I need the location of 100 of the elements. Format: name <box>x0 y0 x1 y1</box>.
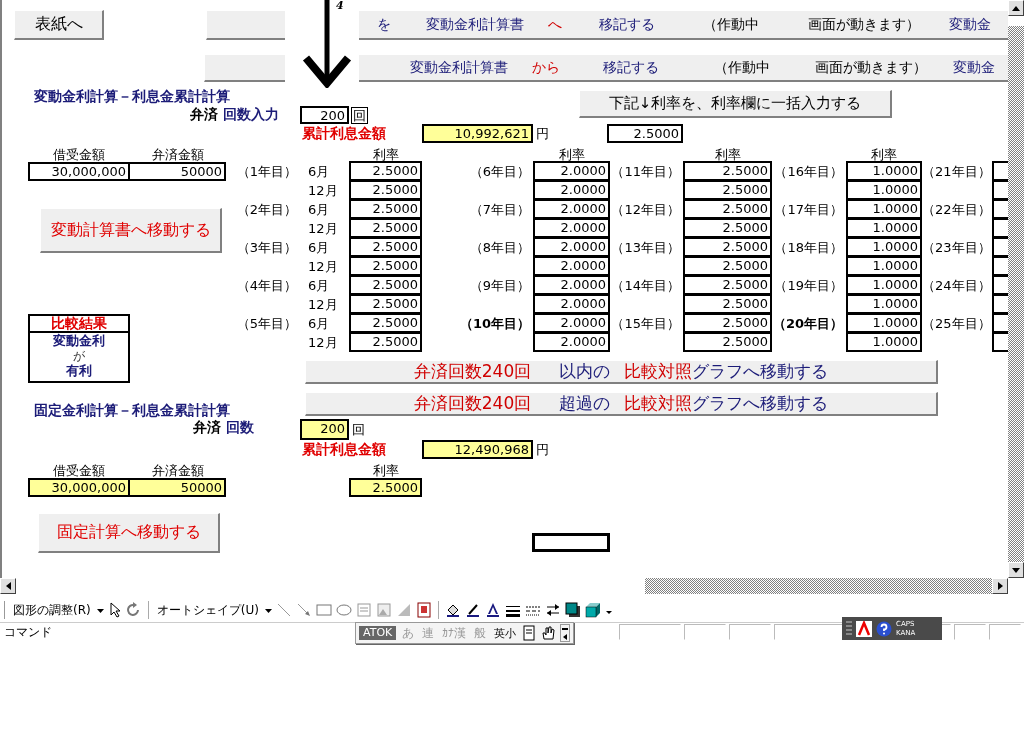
autoshape-menu[interactable]: オートシェイプ(U) <box>154 601 261 619</box>
rate-cell[interactable]: 2.5000 <box>683 161 772 181</box>
rate-cell[interactable]: 2.5000 <box>349 161 422 181</box>
column-header: 利率 <box>371 147 400 162</box>
year-label: （22年目） <box>922 201 992 219</box>
transfer-button[interactable]: 変動金利計算書 から 移記する （作動中 画面が動きます） 変動金 <box>204 54 1008 82</box>
arrow-label: 4 <box>336 0 344 11</box>
vertical-scrollbar[interactable] <box>1008 0 1024 578</box>
oval-icon[interactable] <box>335 602 352 618</box>
cube-icon[interactable] <box>584 602 601 618</box>
ime-mode-button[interactable]: 英小 <box>492 625 519 641</box>
rate-cell[interactable]: 2.5000 <box>683 256 772 276</box>
rate-cell[interactable]: 1.0000 <box>846 237 922 257</box>
rate-cell[interactable]: 1.0000 <box>846 332 922 352</box>
graph-button[interactable]: 弁済回数240回 超過の 比較対照グラフへ移動する <box>305 392 938 416</box>
arrow-icon[interactable] <box>295 602 312 618</box>
rate-cell[interactable]: 2.5000 <box>683 275 772 295</box>
move-button[interactable]: 変動計算書へ移動する <box>40 208 222 253</box>
caret-icon[interactable] <box>561 633 570 641</box>
rate-cell[interactable]: 1.0000 <box>846 275 922 295</box>
rate-cell[interactable]: 2.5000 <box>683 237 772 257</box>
count-cell[interactable]: 200 <box>300 106 349 124</box>
transfer-button[interactable]: を 変動金利計算書 へ 移記する （作動中 画面が動きます） 変動金 <box>206 10 1008 40</box>
rate-cell[interactable]: 1.0000 <box>846 256 922 276</box>
help-icon[interactable] <box>876 620 892 637</box>
rate-cell[interactable]: 2.0000 <box>533 180 610 200</box>
rotate-icon[interactable] <box>125 602 142 618</box>
column-header: 利率 <box>713 147 742 162</box>
bulk-rate-button[interactable]: 下記↓利率を、利率欄に一括入力する <box>579 90 892 118</box>
horizontal-scrollbar[interactable] <box>0 578 1008 594</box>
section-title: 変動金利計算－利息金累計計算 <box>33 88 231 106</box>
rate-cell[interactable]: 1.0000 <box>846 313 922 333</box>
scroll-up-icon[interactable] <box>1008 0 1024 16</box>
selected-cell[interactable] <box>532 533 610 552</box>
pointer-icon[interactable] <box>107 602 122 618</box>
rate-cell[interactable]: 2.0000 <box>533 237 610 257</box>
rate-cell[interactable]: 2.5000 <box>349 332 422 352</box>
rate-cell[interactable]: 1.0000 <box>846 199 922 219</box>
input-method-icon[interactable] <box>856 620 872 637</box>
year-label: （17年目） <box>773 201 844 219</box>
repayment-cell[interactable]: 50000 <box>128 478 226 497</box>
shadow-icon[interactable] <box>564 602 581 618</box>
column-header: 利率 <box>371 463 400 478</box>
month-label: 12月 <box>307 182 339 200</box>
move-button[interactable]: 固定計算へ移動する <box>38 513 220 553</box>
rate-cell[interactable]: 1.0000 <box>846 294 922 314</box>
fill-bucket-icon[interactable] <box>444 602 461 618</box>
rate-cell[interactable]: 2.0000 <box>533 294 610 314</box>
rate-cell[interactable]: 2.5000 <box>349 256 422 276</box>
scroll-down-icon[interactable] <box>1008 562 1024 578</box>
rate-cell[interactable]: 2.5000 <box>683 180 772 200</box>
rate-cell[interactable]: 1.0000 <box>846 180 922 200</box>
rate-cell[interactable]: 2.5000 <box>349 478 422 497</box>
count-cell[interactable]: 200 <box>300 419 349 440</box>
rate-cell[interactable]: 2.0000 <box>533 275 610 295</box>
rate-cell[interactable]: 2.5000 <box>683 199 772 219</box>
year-label: （5年目） <box>235 315 298 333</box>
ime-logo[interactable]: ATOK <box>359 626 397 640</box>
rate-cell[interactable]: 2.0000 <box>533 218 610 238</box>
month-label: 6月 <box>307 315 331 333</box>
rate-input-cell[interactable]: 2.5000 <box>607 124 683 143</box>
image-icon[interactable] <box>415 602 432 618</box>
draw-menu[interactable]: 図形の調整(R) <box>11 601 93 619</box>
rate-cell[interactable]: 2.0000 <box>533 161 610 181</box>
cover-button[interactable]: 表紙へ <box>14 10 104 40</box>
dictionary-icon[interactable] <box>522 625 537 641</box>
loan-cell[interactable]: 30,000,000 <box>28 478 130 497</box>
font-color-icon[interactable] <box>484 602 501 618</box>
rate-cell[interactable]: 2.5000 <box>349 199 422 219</box>
rate-cell[interactable]: 2.0000 <box>533 332 610 352</box>
rate-cell[interactable]: 1.0000 <box>846 161 922 181</box>
month-label: 6月 <box>307 201 331 219</box>
pen-icon[interactable] <box>464 602 481 618</box>
graph-button[interactable]: 弁済回数240回 以内の 比較対照グラフへ移動する <box>305 360 938 384</box>
rate-cell[interactable]: 2.5000 <box>683 218 772 238</box>
arrow-style-icon[interactable] <box>544 602 561 618</box>
scroll-right-icon[interactable] <box>992 578 1008 594</box>
rate-cell[interactable]: 2.5000 <box>683 332 772 352</box>
column-header: 弁済金額 <box>151 147 205 162</box>
year-label: （14年目） <box>610 277 681 295</box>
rate-cell[interactable]: 2.5000 <box>349 313 422 333</box>
scroll-left-icon[interactable] <box>0 578 16 594</box>
hand-icon[interactable] <box>540 625 557 641</box>
rate-cell[interactable]: 2.5000 <box>349 180 422 200</box>
rate-cell[interactable]: 2.5000 <box>349 218 422 238</box>
repayment-cell[interactable]: 50000 <box>128 162 226 181</box>
rate-cell[interactable]: 2.5000 <box>349 237 422 257</box>
rate-cell[interactable]: 2.0000 <box>533 256 610 276</box>
status-mode: コマンド <box>3 623 52 641</box>
rate-cell[interactable]: 2.5000 <box>683 313 772 333</box>
rate-cell[interactable]: 2.5000 <box>349 294 422 314</box>
loan-cell[interactable]: 30,000,000 <box>28 162 130 181</box>
year-label: （6年目） <box>468 163 531 181</box>
rate-cell[interactable]: 2.5000 <box>683 294 772 314</box>
month-label: 12月 <box>307 258 339 276</box>
rate-cell[interactable]: 2.0000 <box>533 199 610 219</box>
year-label: （20年目） <box>772 315 844 333</box>
rate-cell[interactable]: 2.5000 <box>349 275 422 295</box>
rate-cell[interactable]: 2.0000 <box>533 313 610 333</box>
rate-cell[interactable]: 1.0000 <box>846 218 922 238</box>
